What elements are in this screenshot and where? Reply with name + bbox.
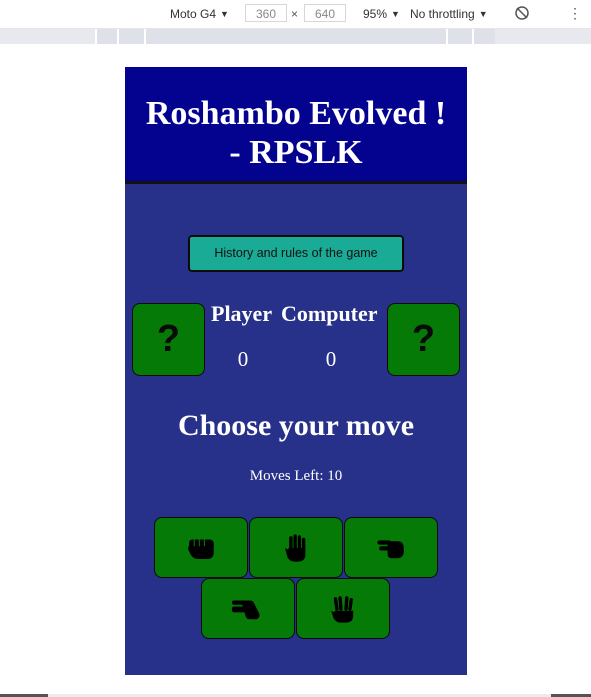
dimension-separator: × bbox=[291, 7, 299, 21]
ruler-segment bbox=[144, 29, 446, 44]
computer-label: Computer bbox=[281, 301, 378, 326]
more-options-icon[interactable]: ⋮ bbox=[568, 4, 582, 22]
choose-move-heading: Choose your move bbox=[177, 409, 415, 442]
chevron-down-icon: ▼ bbox=[391, 9, 400, 19]
page-title: Roshambo Evolved ! - RPSLK bbox=[125, 94, 467, 172]
lizard-hand-icon bbox=[231, 600, 260, 619]
player-choice-box: ? bbox=[132, 303, 205, 376]
player-score: 0 bbox=[237, 347, 249, 371]
width-input[interactable]: 360 bbox=[245, 4, 287, 22]
rotate-icon[interactable] bbox=[514, 5, 530, 25]
paper-button[interactable] bbox=[249, 517, 343, 578]
scissors-button[interactable] bbox=[344, 517, 438, 578]
computer-choice-box: ? bbox=[387, 303, 460, 376]
media-query-bar[interactable] bbox=[0, 29, 591, 44]
height-input[interactable]: 640 bbox=[304, 4, 346, 22]
paper-hand-icon bbox=[284, 533, 306, 562]
page-header: Roshambo Evolved ! - RPSLK bbox=[125, 67, 467, 184]
throttling-select[interactable]: No throttling ▼ bbox=[410, 6, 488, 22]
rock-hand-icon bbox=[187, 539, 214, 559]
zoom-select-label: 95% bbox=[363, 7, 388, 21]
computer-score: 0 bbox=[325, 347, 337, 371]
ruler-segment bbox=[446, 29, 472, 44]
devtools-device-toolbar: Moto G4 ▼ 360 × 640 95% ▼ No throttling ▼ ⋮ bbox=[0, 0, 591, 29]
title-line-2: - RPSLK bbox=[229, 134, 363, 171]
device-viewport: Roshambo Evolved ! - RPSLK History and r… bbox=[125, 67, 467, 675]
ruler-segment bbox=[472, 29, 495, 44]
ruler-segment bbox=[95, 29, 117, 44]
history-rules-button[interactable]: History and rules of the game bbox=[188, 235, 404, 272]
title-line-1: Roshambo Evolved ! bbox=[145, 95, 447, 132]
device-select-label: Moto G4 bbox=[170, 7, 217, 21]
spock-button[interactable] bbox=[296, 578, 390, 639]
ruler-segment bbox=[117, 29, 144, 44]
rock-button[interactable] bbox=[154, 517, 248, 578]
throttling-select-label: No throttling bbox=[410, 7, 475, 21]
lizard-button[interactable] bbox=[201, 578, 295, 639]
zoom-select[interactable]: 95% ▼ bbox=[363, 6, 400, 22]
player-label: Player bbox=[211, 301, 273, 326]
scissors-hand-icon bbox=[377, 539, 404, 558]
chevron-down-icon: ▼ bbox=[478, 9, 488, 19]
device-select[interactable]: Moto G4 ▼ bbox=[170, 6, 229, 22]
spock-hand-icon bbox=[331, 595, 354, 623]
moves-left-counter: Moves Left: 10 bbox=[249, 468, 343, 484]
chevron-down-icon: ▼ bbox=[220, 9, 229, 19]
